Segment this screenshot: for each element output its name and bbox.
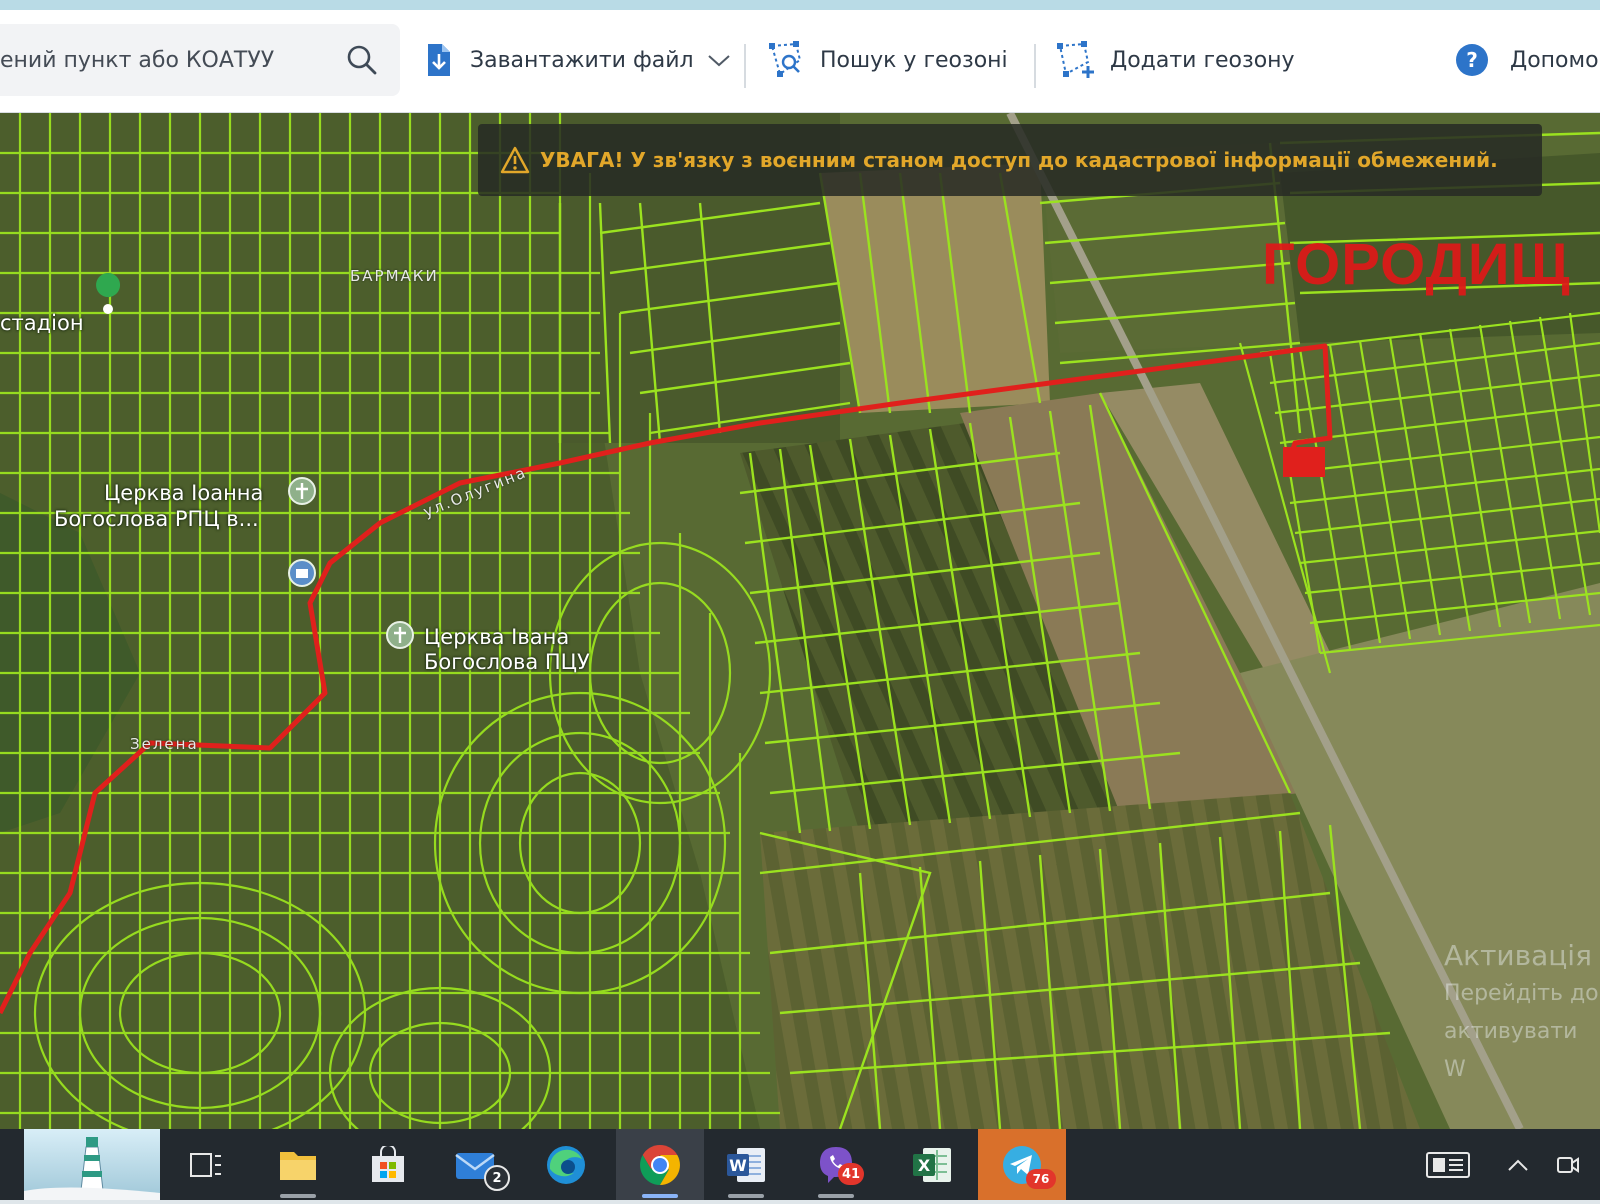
store-icon (372, 1145, 404, 1182)
warning-icon (500, 146, 530, 174)
svg-text:X: X (918, 1156, 931, 1175)
search-icon[interactable] (344, 42, 380, 78)
taskbar-mail[interactable]: 2 (440, 1129, 512, 1200)
stadium-label: стадіон (0, 311, 84, 335)
video-call-icon (1557, 1156, 1579, 1173)
word-icon: W (727, 1147, 765, 1182)
cadastral-map[interactable]: ГОРОДИЩ БАРМАКИ ул.Олугина Зелена стадіо… (0, 113, 1600, 1129)
news-widget-button[interactable] (1412, 1129, 1484, 1200)
help-icon: ? (1456, 44, 1488, 76)
task-view-button[interactable] (170, 1129, 242, 1200)
street-label: Зелена (130, 735, 199, 753)
taskbar-file-explorer[interactable] (262, 1129, 334, 1200)
meet-now-button[interactable] (1548, 1129, 1588, 1200)
martial-law-warning-banner: УВАГА! У зв'язку з воєнним станом доступ… (478, 124, 1542, 196)
show-hidden-icons-button[interactable] (1496, 1129, 1540, 1200)
running-indicator (280, 1194, 316, 1198)
folder-icon (280, 1151, 316, 1180)
task-view-icon (190, 1152, 221, 1177)
chrome-icon (640, 1144, 680, 1185)
help-label: Допомо (1510, 47, 1599, 73)
edge-icon (547, 1145, 585, 1184)
download-file-label: Завантажити файл (470, 47, 694, 73)
windows-taskbar: 2 W 41 X 76 (0, 1129, 1600, 1200)
shop-marker (288, 559, 316, 587)
geozone-search-button[interactable]: Пошук у геозоні (766, 24, 1008, 96)
mail-badge: 2 (484, 1165, 510, 1191)
target-parcel (1283, 447, 1325, 477)
window-top-strip (0, 0, 1600, 10)
watermark-line: Перейдіть до (1444, 981, 1599, 1006)
village-label: ГОРОДИЩ (1262, 232, 1571, 297)
running-indicator (728, 1194, 764, 1198)
taskbar-chrome[interactable] (616, 1129, 704, 1200)
excel-icon: X (913, 1147, 951, 1182)
settlement-search[interactable] (0, 24, 400, 96)
toolbar-divider (744, 44, 746, 88)
viber-badge: 41 (838, 1163, 864, 1185)
taskbar-telegram[interactable]: 76 (978, 1129, 1066, 1200)
add-geozone-button[interactable]: Додати геозону (1054, 24, 1295, 96)
settlement-search-input[interactable] (0, 24, 330, 96)
lighthouse-thumbnail[interactable] (24, 1129, 160, 1200)
watermark-line: активувати W (1444, 1019, 1578, 1082)
taskbar-excel[interactable]: X (896, 1129, 968, 1200)
download-file-icon (428, 44, 450, 76)
running-indicator (642, 1194, 678, 1198)
download-file-button[interactable]: Завантажити файл (424, 24, 732, 96)
church-marker (386, 621, 414, 649)
warning-text: УВАГА! У зв'язку з воєнним станом доступ… (540, 148, 1498, 172)
telegram-badge: 76 (1026, 1169, 1056, 1189)
church-label: Церква Івана (424, 625, 570, 649)
svg-text:?: ? (1466, 48, 1478, 72)
church-label: Богослова РПЦ в... (54, 507, 259, 531)
running-indicator (818, 1194, 854, 1198)
chevron-down-icon (707, 55, 730, 67)
add-geozone-label: Додати геозону (1110, 47, 1295, 73)
help-button[interactable]: ? Допомо (1454, 24, 1599, 96)
news-icon (1426, 1151, 1470, 1178)
church-marker (288, 477, 316, 505)
taskbar-word[interactable]: W (710, 1129, 782, 1200)
toolbar-divider (1034, 44, 1036, 88)
lighthouse-icon (24, 1137, 160, 1200)
svg-text:W: W (729, 1156, 747, 1175)
watermark-line: Активація (1444, 939, 1592, 972)
taskbar-store[interactable] (352, 1129, 424, 1200)
geozone-search-icon (769, 41, 802, 77)
add-geozone-icon (1057, 41, 1094, 78)
street-label: БАРМАКИ (350, 267, 439, 285)
church-label: Богослова ПЦУ (424, 650, 590, 674)
taskbar-viber[interactable]: 41 (800, 1129, 872, 1200)
chevron-up-icon (1508, 1159, 1528, 1171)
church-label: Церква Іоанна (104, 481, 264, 505)
taskbar-edge[interactable] (530, 1129, 602, 1200)
geozone-search-label: Пошук у геозоні (820, 47, 1008, 73)
windows-activation-watermark: Активація Перейдіть до активувати W (1444, 937, 1600, 1089)
map-toolbar: Завантажити файл Пошук у геозоні Додати … (0, 10, 1600, 113)
